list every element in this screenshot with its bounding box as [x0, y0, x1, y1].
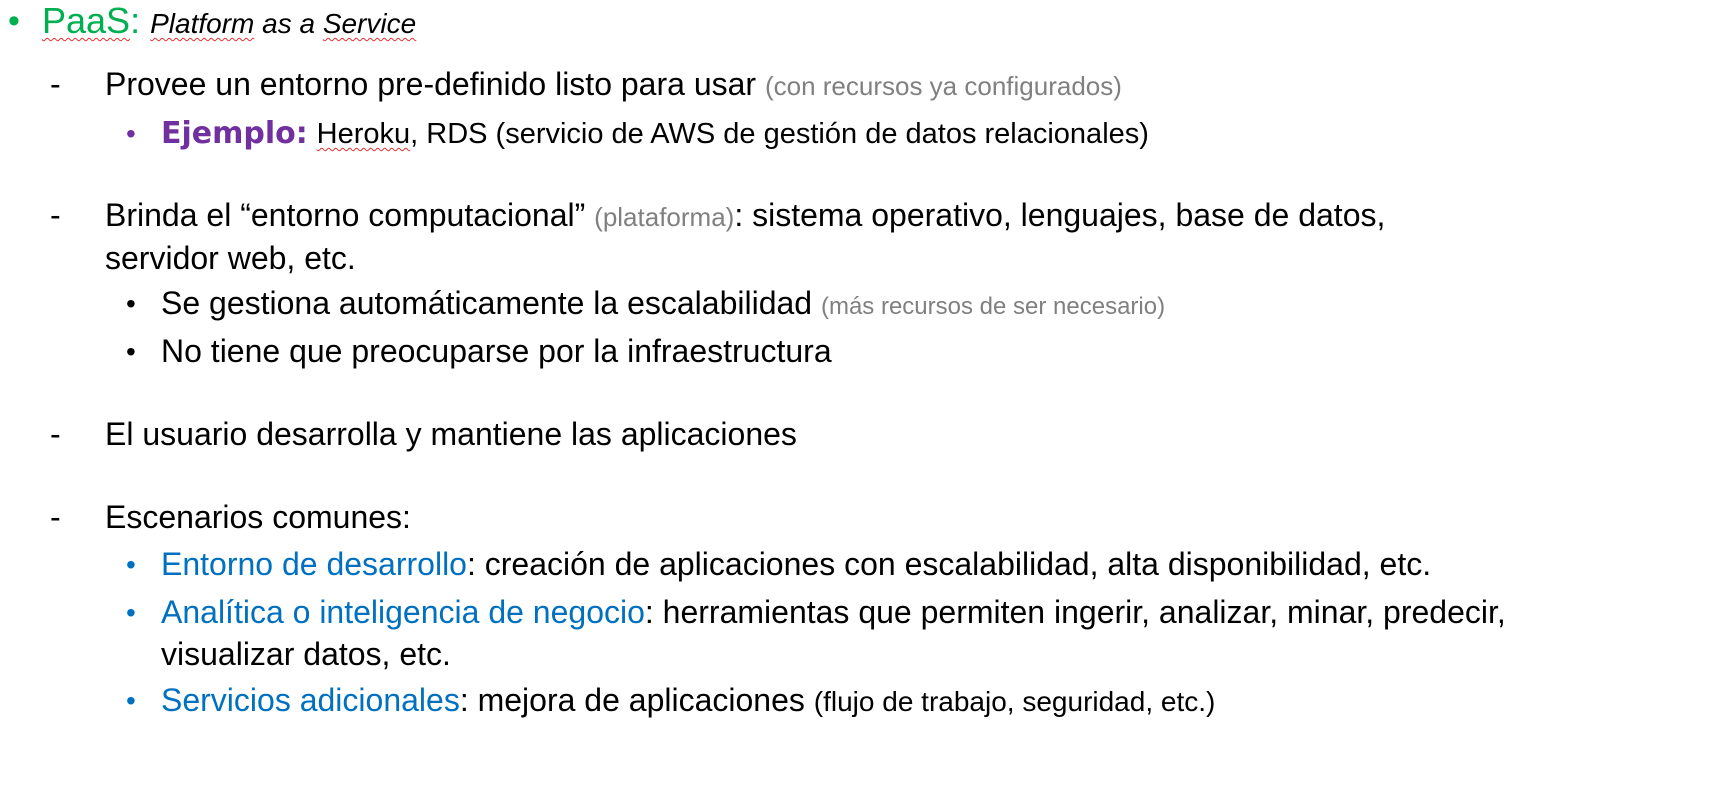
subtitle-word-platform: Platform	[150, 8, 255, 39]
item-4-sub-3-bullet: •	[126, 685, 136, 716]
example-text: , RDS (servicio de AWS de gestión de dat…	[410, 118, 1149, 150]
example-label: Ejemplo:	[161, 116, 308, 151]
item-2-main-b: : sistema operativo, lenguajes, base de …	[734, 197, 1386, 233]
item-3-marker: -	[50, 416, 61, 452]
item-3-text: El usuario desarrolla y mantiene las apl…	[105, 416, 797, 452]
item-4-sub-2-bullet: •	[126, 597, 136, 628]
item-4-sub-2: Analítica o inteligencia de negocio: her…	[161, 594, 1506, 631]
example-heroku: Heroku	[316, 118, 411, 150]
slide-title: PaaS: Platform as a Service	[42, 0, 416, 42]
item-2-main-a: Brinda el “entorno computacional”	[105, 197, 595, 233]
scenario-extra-note: (flujo de trabajo, seguridad, etc.)	[813, 686, 1216, 717]
item-4-sub-1-bullet: •	[126, 549, 136, 580]
item-2-text: Brinda el “entorno computacional” (plata…	[105, 197, 1385, 234]
title-subtitle: Platform as a Service	[150, 8, 416, 39]
item-1-sub-1: Ejemplo: Heroku, RDS (servicio de AWS de…	[161, 114, 1149, 151]
item-2-sub-1-note: (más recursos de ser necesario)	[820, 293, 1166, 320]
item-2-sub-2-bullet: •	[126, 336, 136, 367]
item-2-marker: -	[50, 197, 61, 233]
item-2-sub-2: No tiene que preocuparse por la infraest…	[161, 333, 832, 369]
item-4-text: Escenarios comunes:	[105, 499, 411, 535]
item-2-sub-1-bullet: •	[126, 288, 136, 319]
item-1-note: (con recursos ya configurados)	[764, 71, 1122, 101]
item-2-note: (plataforma)	[594, 202, 735, 232]
item-1-main: Provee un entorno pre-definido listo par…	[105, 66, 765, 102]
item-4-marker: -	[50, 499, 61, 535]
subtitle-word-service: Service	[322, 8, 417, 39]
item-2-text-line2: servidor web, etc.	[105, 240, 356, 276]
title-colon: :	[130, 0, 141, 41]
scenario-dev-label: Entorno de desarrollo	[161, 546, 467, 582]
item-1-text: Provee un entorno pre-definido listo par…	[105, 66, 1122, 103]
subtitle-middle: as a	[254, 8, 323, 39]
scenario-extra-label: Servicios adicionales	[161, 682, 460, 718]
scenario-bi-label: Analítica o inteligencia de negocio	[161, 594, 645, 630]
title-term: PaaS	[42, 0, 131, 41]
title-bullet: •	[8, 2, 20, 40]
item-4-sub-2-line2: visualizar datos, etc.	[161, 636, 451, 672]
item-1-marker: -	[50, 66, 61, 102]
scenario-bi-text: : herramientas que permiten ingerir, ana…	[644, 594, 1506, 630]
item-2-sub-1: Se gestiona automáticamente la escalabil…	[161, 285, 1165, 322]
scenario-extra-text: : mejora de aplicaciones	[459, 682, 814, 718]
item-2-sub-1-text: Se gestiona automáticamente la escalabil…	[161, 285, 821, 321]
scenario-dev-text: : creación de aplicaciones con escalabil…	[466, 546, 1432, 582]
item-4-sub-3: Servicios adicionales: mejora de aplicac…	[161, 682, 1215, 719]
slide: • PaaS: Platform as a Service - Provee u…	[0, 0, 1732, 808]
item-4-sub-1: Entorno de desarrollo: creación de aplic…	[161, 546, 1431, 583]
item-1-sub-1-bullet: •	[126, 118, 136, 149]
